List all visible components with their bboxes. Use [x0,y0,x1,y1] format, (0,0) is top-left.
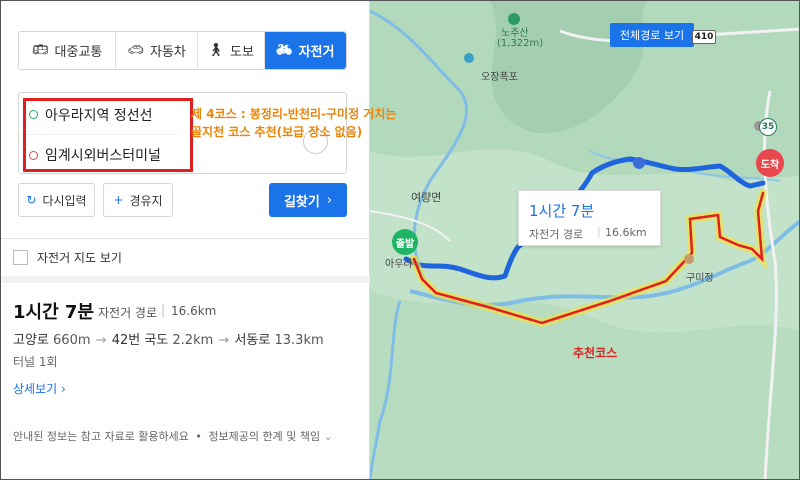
add-waypoint-button[interactable]: + 경유지 [103,183,173,217]
summary-type: 자전거 경로 [98,306,158,320]
road-name: 42번 국도 [111,333,169,348]
card-time: 1시간 7분 [529,202,595,220]
summary-time: 1시간 7분 [13,302,94,323]
waterfall-icon[interactable] [464,53,474,63]
mountain-label: 노추산 [501,28,529,39]
tab-walk[interactable]: 🚶︎ 도보 [198,32,265,69]
arrow-right-icon: → [95,333,107,348]
separator: | [161,303,166,317]
transport-mode-tabs: 🚌︎ 대중교통 🚗︎ 자동차 🚶︎ 도보 🚲︎ 자전거 [18,31,347,70]
full-route-button[interactable]: 전체경로 보기 [610,23,694,47]
chevron-right-icon: › [326,192,333,208]
checkbox[interactable] [13,250,28,265]
tab-label: 자동차 [149,45,186,60]
chevron-down-icon[interactable]: ⌄ [324,430,333,443]
road-dist: 2.2km [172,333,214,348]
aura-label: 아우라 [385,259,413,270]
notice: 안내된 정보는 참고 자료로 활용하세요 • 정보제공의 한계 및 책임 ⌄ [13,428,333,444]
divider [1,238,370,239]
arrow-right-icon: → [218,333,230,348]
search-route-button[interactable]: 길찾기 › [269,183,347,217]
tab-label: 도보 [230,45,254,60]
bullet: • [195,430,202,443]
bike-map-toggle[interactable]: 자전거 지도 보기 [13,249,122,266]
road-dist: 13.3km [274,333,324,348]
end-marker[interactable]: 도착 [756,149,784,177]
walk-icon: 🚶︎ [207,43,224,58]
card-distance: 16.6km [605,226,647,239]
car-icon: 🚗︎ [127,43,144,58]
tunnel-count: 터널 1회 [13,355,58,369]
mountain-elevation: (1,322m) [497,38,544,49]
notice-limit-link[interactable]: 정보제공의 한계 및 책임 [208,430,320,443]
falls-label: 오장폭포 [481,72,518,83]
road-name: 서동로 [234,333,271,348]
highlight-box [23,98,193,172]
road-segments: 고양로 660m → 42번 국도 2.2km → 서동로 13.3km [13,329,324,348]
route-info-card[interactable]: 1시간 7분 자전거 경로 | 16.6km [518,190,661,246]
tab-car[interactable]: 🚗︎ 자동차 [116,32,198,69]
gumijeong-label: 구미정 [686,273,714,284]
bicycle-icon: 🚲︎ [276,43,293,58]
notice-text[interactable]: 안내된 정보는 참고 자료로 활용하세요 [13,430,189,443]
plus-icon: + [113,193,124,207]
app-frame: 🚌︎ 대중교통 🚗︎ 자동차 🚶︎ 도보 🚲︎ 자전거 아우라지역 정선선 임계… [0,0,800,480]
reset-button[interactable]: ↻ 다시입력 [18,183,95,217]
road-name: 고양로 [13,333,49,348]
bus-icon: 🚌︎ [32,43,49,58]
summary-distance: 16.6km [171,304,217,318]
tab-transit[interactable]: 🚌︎ 대중교통 [19,32,117,69]
tab-label: 자전거 [298,45,335,60]
road-35-badge: 35 [759,118,777,136]
bus-stop-icon[interactable] [633,157,645,169]
detail-link[interactable]: 상세보기 › [13,380,66,397]
chevron-right-icon: › [61,382,66,396]
refresh-icon: ↻ [26,193,37,207]
detail-label: 상세보기 [13,382,58,396]
tab-bicycle[interactable]: 🚲︎ 자전거 [264,32,346,69]
waypoint-label: 경유지 [129,193,163,208]
bike-map-label: 자전거 지도 보기 [37,251,122,265]
annotation-line: 골지천 코스 추천(보급 장소 없음) [191,125,363,139]
tab-label: 대중교통 [54,45,103,60]
annotation-line: 제 4코스 : 봉정리-반천리-구미정 거치는 [191,107,397,121]
separator: | [597,225,601,238]
road-dist: 660m [53,333,91,348]
road-410-badge: 410 [692,30,716,44]
divider [1,276,370,283]
route-annotation: 제 4코스 : 봉정리-반천리-구미정 거치는 골지천 코스 추천(보급 장소 … [191,105,396,141]
card-type: 자전거 경로 [529,228,584,241]
pavilion-icon[interactable] [684,254,694,264]
yeoryang-label: 여량면 [411,191,442,204]
search-label: 길찾기 [283,194,320,210]
recommended-course-label: 추천코스 [573,346,618,360]
reset-label: 다시입력 [42,193,87,208]
start-marker[interactable]: 출발 [392,229,418,255]
directions-panel: 🚌︎ 대중교통 🚗︎ 자동차 🚶︎ 도보 🚲︎ 자전거 아우라지역 정선선 임계… [1,1,370,479]
